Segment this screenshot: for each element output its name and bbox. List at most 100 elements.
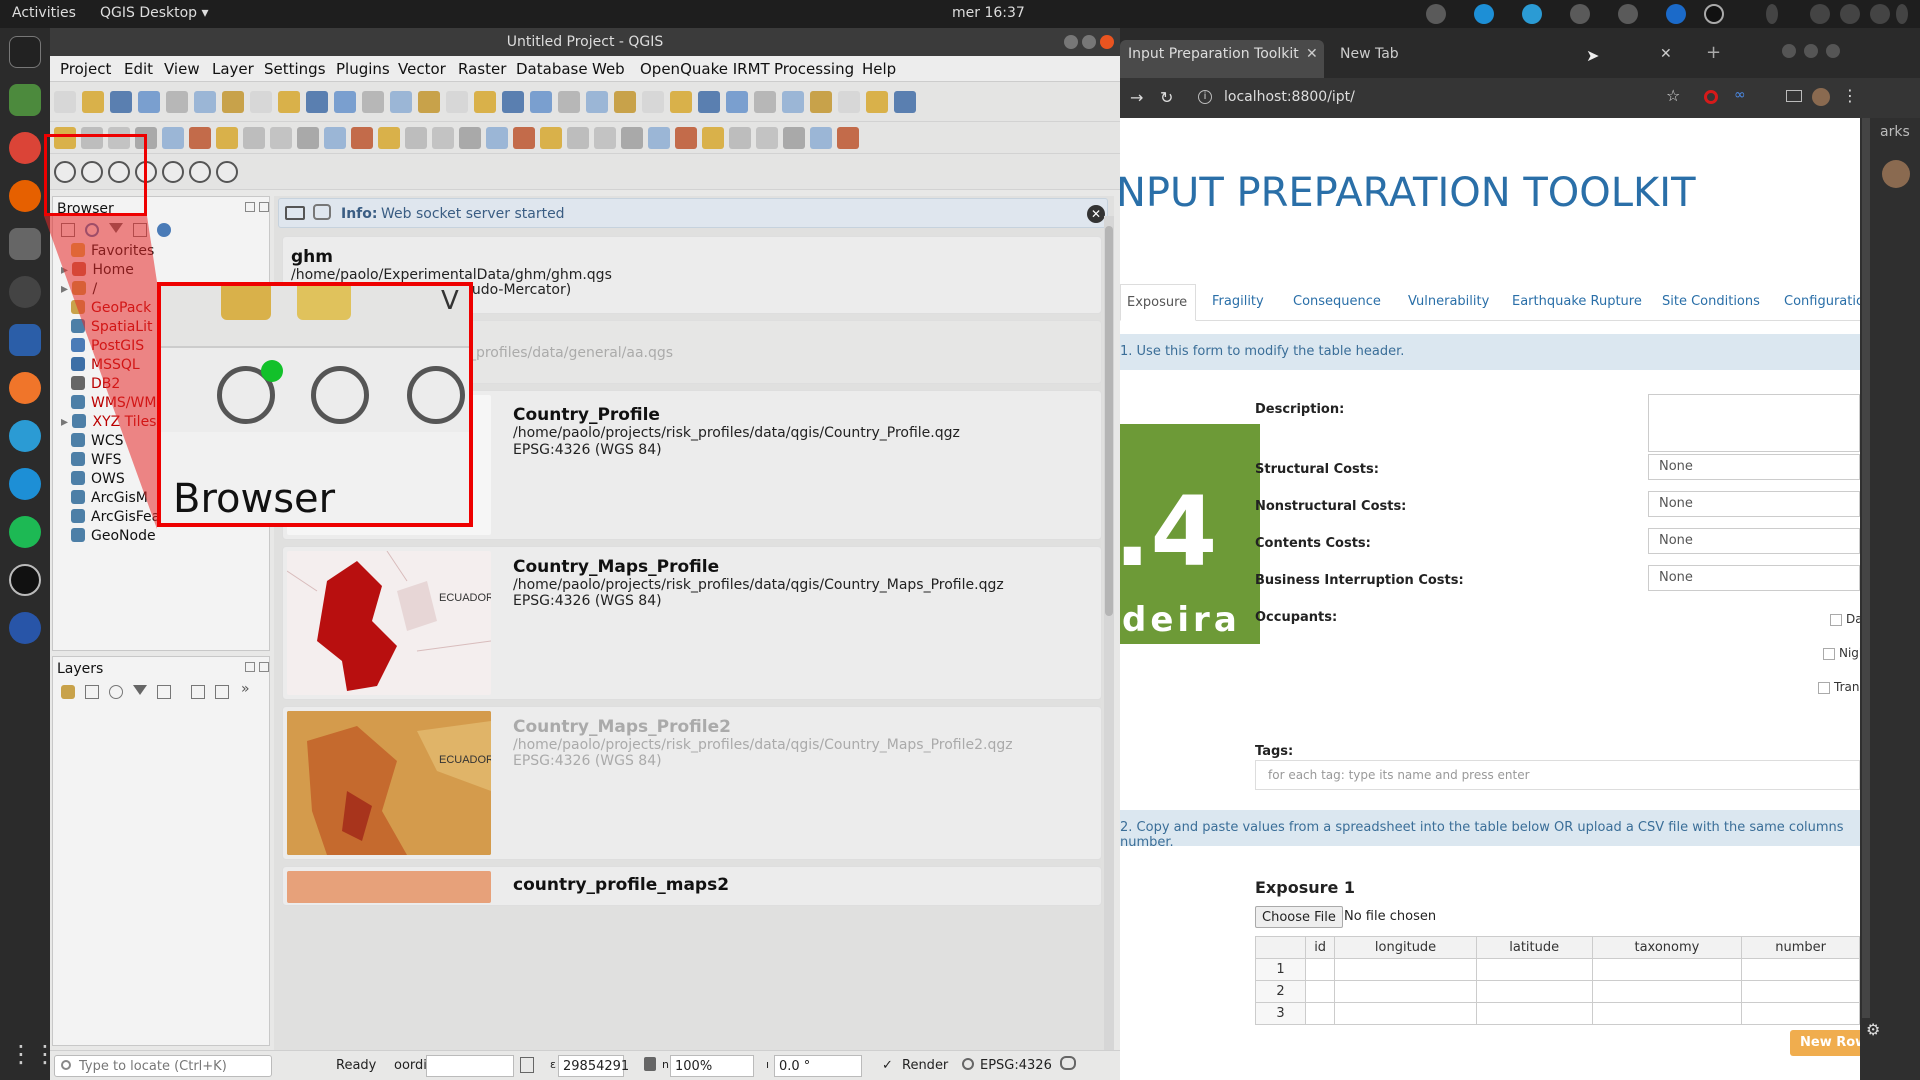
toolbar-tool-icon[interactable] <box>810 127 832 149</box>
lock-scale-icon[interactable] <box>644 1057 656 1071</box>
toolbar-tool-icon[interactable] <box>418 91 440 113</box>
tab-vulnerability[interactable]: Vulnerability <box>1408 294 1489 309</box>
skype-icon[interactable] <box>9 468 41 500</box>
occupants-transit-checkbox[interactable] <box>1818 682 1830 694</box>
table-cell[interactable] <box>1591 980 1743 1003</box>
float-panel-icon[interactable] <box>245 662 255 672</box>
magnifier-field[interactable]: 100% <box>670 1055 754 1077</box>
tags-input[interactable]: for each tag: type its name and press en… <box>1255 760 1860 790</box>
app-menu[interactable]: QGIS Desktop ▾ <box>100 5 209 21</box>
obs-tray-icon[interactable] <box>1704 4 1724 24</box>
files-icon[interactable] <box>9 228 41 260</box>
toolbar-tool-icon[interactable] <box>783 127 805 149</box>
coordinate-field[interactable] <box>426 1055 514 1077</box>
app-icon[interactable] <box>9 612 41 644</box>
clock[interactable]: mer 16:37 <box>952 5 1025 21</box>
table-cell[interactable] <box>1591 958 1743 981</box>
tab-configuration[interactable]: Configuratio <box>1784 294 1860 309</box>
bookmark-star-icon[interactable]: ☆ <box>1666 86 1680 105</box>
menu-raster[interactable]: Raster <box>458 60 506 78</box>
table-cell[interactable] <box>1475 1002 1593 1025</box>
toolbar-tool-icon[interactable] <box>110 91 132 113</box>
toolbar-tool-icon[interactable] <box>702 127 724 149</box>
maximize-button[interactable] <box>1804 44 1818 58</box>
opera-icon[interactable] <box>1704 90 1718 104</box>
tab-new-tab[interactable]: New Tab ✕ <box>1332 40 1678 78</box>
table-cell[interactable] <box>1741 958 1860 981</box>
chrome-menu-icon[interactable]: ⋮ <box>1842 86 1858 105</box>
toolbar-tool-icon[interactable] <box>754 91 776 113</box>
toolbar-tool-icon[interactable] <box>138 91 160 113</box>
toolbar-tool-icon[interactable] <box>586 91 608 113</box>
choose-file-button[interactable]: Choose File <box>1255 906 1343 928</box>
scrollbar[interactable] <box>1104 216 1114 1076</box>
table-cell[interactable] <box>1334 958 1477 981</box>
table-cell[interactable] <box>1334 1002 1477 1025</box>
toolbar-tool-icon[interactable] <box>530 91 552 113</box>
close-panel-icon[interactable] <box>259 662 269 672</box>
hp-tray-icon[interactable] <box>1666 4 1686 24</box>
menu-vector[interactable]: Vector <box>398 60 446 78</box>
toolbar-tool-icon[interactable] <box>621 127 643 149</box>
render-checkbox-icon[interactable]: ✓ <box>882 1058 893 1073</box>
pycharm-icon[interactable] <box>9 372 41 404</box>
maximize-button[interactable] <box>1082 35 1096 49</box>
recent-project-card[interactable]: ECUADOR Country_Maps_Profile2 /home/paol… <box>282 706 1102 860</box>
toolbar-tool-icon[interactable] <box>306 91 328 113</box>
toolbar-tool-icon[interactable] <box>810 91 832 113</box>
tab-input-preparation-toolkit[interactable]: Input Preparation Toolkit ✕ <box>1120 40 1324 78</box>
minimize-button[interactable] <box>1064 35 1078 49</box>
table-cell[interactable] <box>1475 958 1593 981</box>
globe-icon[interactable] <box>962 1058 974 1070</box>
spotify-icon[interactable] <box>9 516 41 548</box>
menu-layer[interactable]: Layer <box>212 60 254 78</box>
reload-icon[interactable]: ↻ <box>1160 88 1173 107</box>
skype-tray-icon[interactable] <box>1474 4 1494 24</box>
telegram-icon[interactable] <box>9 420 41 452</box>
tab-earthquake-rupture[interactable]: Earthquake Rupture <box>1512 294 1642 309</box>
extension-icon[interactable]: ∞ <box>1734 87 1746 103</box>
tab-exposure[interactable]: Exposure <box>1120 284 1196 321</box>
new-row-button[interactable]: New Row <box>1790 1030 1860 1056</box>
gear-icon[interactable]: ⚙ <box>1866 1020 1880 1039</box>
scrollbar-thumb[interactable] <box>1105 226 1113 616</box>
dropbox-tray-icon[interactable] <box>1618 4 1638 24</box>
toolbar-tool-icon[interactable] <box>642 91 664 113</box>
toolbar-tool-icon[interactable] <box>698 91 720 113</box>
occupants-night-checkbox[interactable] <box>1823 648 1835 660</box>
table-cell[interactable] <box>1741 1002 1860 1025</box>
recent-project-card[interactable]: ECUADOR Country_Maps_Profile /home/paolo… <box>282 546 1102 700</box>
system-menu-icon[interactable] <box>1896 4 1908 24</box>
terminal-icon[interactable] <box>9 36 41 68</box>
toolbar-tool-icon[interactable] <box>194 91 216 113</box>
qgis-icon[interactable] <box>9 84 41 116</box>
recent-project-card[interactable]: country_profile_maps2 <box>282 866 1102 906</box>
close-button[interactable] <box>1826 44 1840 58</box>
toolbar-tool-icon[interactable] <box>390 91 412 113</box>
toolbar-tool-icon[interactable] <box>54 91 76 113</box>
menu-processing[interactable]: Processing <box>774 60 854 78</box>
toolbar-tool-icon[interactable] <box>729 127 751 149</box>
table-cell[interactable] <box>1304 1002 1336 1025</box>
crs-button[interactable]: EPSG:4326 <box>980 1058 1052 1073</box>
toolbar-tool-icon[interactable] <box>502 91 524 113</box>
toolbar-tool-icon[interactable] <box>558 91 580 113</box>
minimize-button[interactable] <box>1782 44 1796 58</box>
table-cell[interactable] <box>1304 958 1336 981</box>
toolbar-tool-icon[interactable] <box>866 91 888 113</box>
steam-tray-icon[interactable] <box>1426 4 1446 24</box>
menu-web[interactable]: Web <box>592 60 625 78</box>
rotation-field[interactable]: 0.0 ° <box>774 1055 862 1077</box>
toolbar-tool-icon[interactable] <box>838 91 860 113</box>
info-icon[interactable]: i <box>1198 90 1212 104</box>
menu-plugins[interactable]: Plugins <box>336 60 390 78</box>
webcam-icon[interactable] <box>9 276 41 308</box>
toolbar-tool-icon[interactable] <box>894 91 916 113</box>
collapse-all-icon[interactable] <box>215 685 229 699</box>
volume-icon[interactable] <box>1840 4 1860 24</box>
network-wired-icon[interactable] <box>1810 4 1830 24</box>
menu-openquake[interactable]: OpenQuake IRMT <box>640 60 770 78</box>
toolbar-tool-icon[interactable] <box>222 91 244 113</box>
telegram-tray-icon[interactable] <box>1522 4 1542 24</box>
writer-icon[interactable] <box>9 324 41 356</box>
